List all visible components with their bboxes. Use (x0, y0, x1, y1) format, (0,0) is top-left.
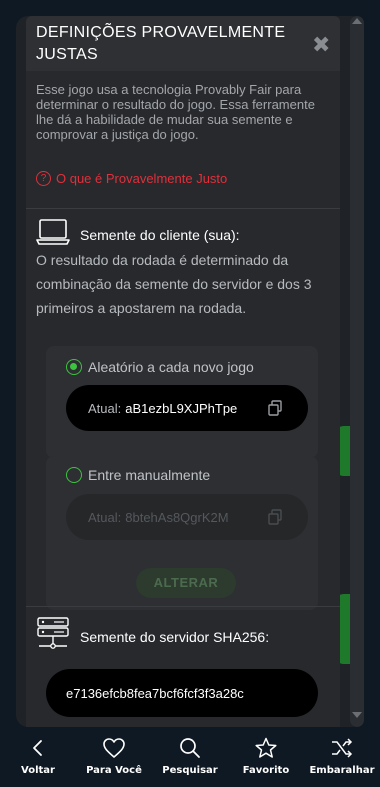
provably-fair-modal: DEFINIÇÕES PROVAVELMENTE JUSTAS ✖ Esse j… (26, 16, 340, 727)
change-seed-button: ALTERAR (136, 568, 236, 598)
provably-fair-link[interactable]: ? O que é Provavelmente Justo (36, 169, 227, 187)
manual-seed-input: Atual: 8btehAs8QgrK2M (66, 494, 308, 540)
client-seed-title: Semente do cliente (sua): (80, 226, 240, 243)
client-seed-description: O resultado da rodada é determinado da c… (36, 252, 312, 316)
divider (26, 606, 340, 607)
question-icon: ? (36, 170, 51, 186)
manual-seed-radio-row[interactable]: Entre manualmente (66, 467, 210, 483)
nav-search-label: Pesquisar (162, 765, 218, 776)
nav-shuffle-label: Embaralhar (309, 765, 375, 776)
server-seed-field[interactable]: e7136efcb8fea7bcf6fcf3f3a28c (46, 669, 318, 717)
nav-favorite[interactable]: Favorito (228, 727, 304, 776)
nav-shuffle[interactable]: Embaralhar (304, 727, 380, 776)
chevron-left-icon (27, 737, 49, 759)
scrollbar[interactable] (350, 16, 364, 727)
modal-title: DEFINIÇÕES PROVAVELMENTE JUSTAS (36, 24, 286, 63)
copy-icon (266, 508, 284, 531)
nav-back[interactable]: Voltar (0, 727, 76, 776)
current-client-seed-field[interactable]: Atual: aB1ezbL9XJPhTpe (66, 385, 308, 431)
close-icon[interactable]: ✖ (312, 34, 330, 56)
random-seed-label: Aleatório a cada novo jogo (88, 359, 254, 375)
current-client-seed-value: aB1ezbL9XJPhTpe (125, 400, 238, 416)
nav-favorite-label: Favorito (242, 765, 290, 776)
manual-seed-value: 8btehAs8QgrK2M (125, 509, 229, 525)
copy-icon[interactable] (266, 399, 284, 422)
bottom-nav: Voltar Para Você Pesquisar Favorito Emba… (0, 727, 380, 787)
manual-seed-prefix: Atual: (88, 509, 122, 525)
random-seed-radio[interactable] (66, 359, 82, 375)
nav-for-you[interactable]: Para Você (76, 727, 152, 776)
random-seed-radio-row[interactable]: Aleatório a cada novo jogo (66, 359, 254, 375)
server-seed-heading: Semente do servidor SHA256: (36, 616, 269, 657)
server-seed-title: Semente do servidor SHA256: (80, 628, 270, 645)
server-icon (36, 616, 70, 657)
manual-seed-radio[interactable] (66, 467, 82, 483)
modal-header: DEFINIÇÕES PROVAVELMENTE JUSTAS ✖ (26, 16, 340, 71)
intro-text: Esse jogo usa a tecnologia Provably Fair… (36, 82, 315, 142)
star-icon (254, 737, 278, 759)
current-seed-prefix: Atual: (88, 400, 122, 416)
manual-seed-label: Entre manualmente (88, 467, 211, 483)
nav-for-you-label: Para Você (86, 765, 142, 776)
heart-icon (102, 737, 126, 759)
provably-fair-link-label: O que é Provavelmente Justo (56, 170, 228, 186)
search-icon (179, 737, 201, 759)
laptop-icon (36, 218, 70, 251)
scroll-up-arrow-icon[interactable] (352, 18, 362, 24)
scroll-down-arrow-icon[interactable] (352, 712, 362, 718)
nav-search[interactable]: Pesquisar (152, 727, 228, 776)
server-seed-value: e7136efcb8fea7bcf6fcf3f3a28c (66, 685, 244, 701)
divider (26, 208, 340, 209)
nav-back-label: Voltar (21, 765, 55, 776)
client-seed-heading: Semente do cliente (sua): (36, 218, 240, 251)
shuffle-icon (330, 737, 354, 759)
